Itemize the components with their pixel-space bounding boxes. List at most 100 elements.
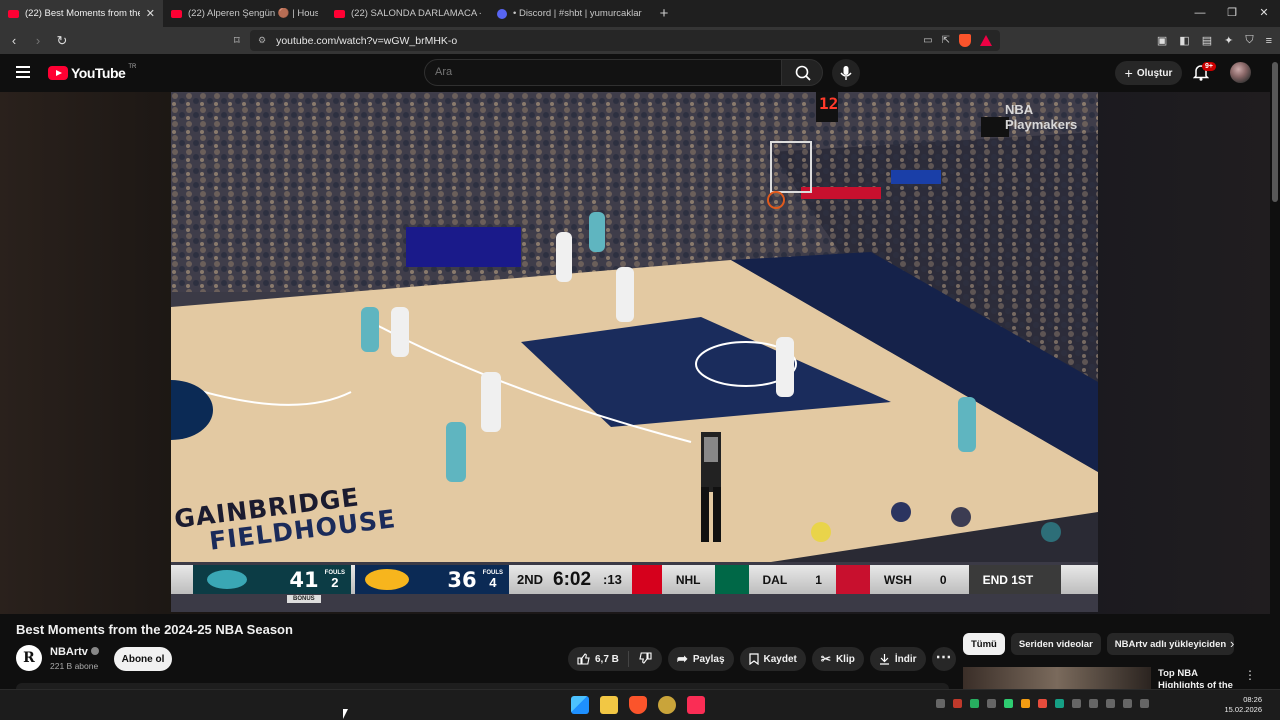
tray-app-icon[interactable] (936, 699, 945, 708)
save-button[interactable]: Kaydet (739, 647, 806, 671)
back-icon[interactable]: ‹ (4, 33, 24, 48)
tray-app-icon[interactable] (1038, 699, 1047, 708)
app-icon[interactable] (658, 696, 676, 714)
clip-button[interactable]: ✂ Klip (811, 647, 864, 671)
forward-icon[interactable]: › (28, 33, 48, 48)
close-tab-icon[interactable]: ✕ (146, 7, 155, 20)
close-window-icon[interactable]: ✕ (1248, 0, 1280, 27)
dislike-button[interactable] (629, 651, 662, 667)
bookmark-icon[interactable]: ⌑ (234, 34, 240, 47)
recommended-video-title[interactable]: Top NBA Highlights of the (1158, 668, 1238, 688)
video-player[interactable]: GAINBRIDGE FIELDHOUSE 12 NBA Playmakers … (171, 92, 1098, 612)
system-tray (936, 699, 1149, 708)
site-info-icon[interactable]: ⚙ (258, 35, 266, 46)
chip-uploader[interactable]: NBArtv adlı yükleyiciden (1106, 633, 1235, 655)
youtube-favicon-icon (8, 9, 19, 18)
microphone-tray-icon[interactable] (1089, 699, 1098, 708)
tab-label: (22) Alperen Şengün 🟤 | Houston R (188, 8, 318, 19)
cast-icon[interactable]: ▭ (923, 35, 932, 46)
hornets-logo-icon (207, 570, 247, 589)
network-icon[interactable] (1106, 699, 1115, 708)
tray-app-icon[interactable] (1055, 699, 1064, 708)
tab-salonda[interactable]: (22) SALONDA DARLAMACA - YouTu (326, 0, 489, 27)
search-icon (795, 65, 811, 81)
like-button[interactable]: 6,7 B (568, 651, 629, 667)
windows-taskbar: 08:26 15.02.2026 (0, 689, 1280, 720)
share-arrow-icon: ➦ (676, 651, 688, 666)
vpn-icon[interactable]: ⛉ (1245, 34, 1253, 47)
video-actions: 6,7 B ➦ Paylaş Kaydet ✂ Klip İndir ⋯ (568, 647, 956, 671)
volume-icon[interactable] (1123, 699, 1132, 708)
chevron-right-icon[interactable]: › (1230, 636, 1234, 651)
shot-clock: :13 (603, 572, 622, 587)
page-scrollbar[interactable] (1270, 54, 1280, 689)
reload-icon[interactable]: ↻ (52, 33, 72, 49)
away-fouls: FOULS 2 (324, 570, 345, 590)
system-clock[interactable]: 08:26 15.02.2026 (1224, 695, 1262, 715)
tab-label: (22) Best Moments from the 202 (25, 8, 140, 19)
voice-search-button[interactable] (832, 59, 860, 87)
wallet-icon[interactable]: ▤ (1202, 34, 1212, 47)
windows-start-icon[interactable] (571, 696, 589, 714)
recommended-video-thumbnail[interactable] (963, 667, 1151, 689)
download-button[interactable]: İndir (869, 647, 926, 671)
game-clock: 6:02 (553, 568, 592, 590)
ticker-team-1: DAL (762, 572, 788, 587)
youtube-play-icon (48, 66, 68, 80)
minimize-icon[interactable]: — (1184, 0, 1216, 27)
tray-app-icon[interactable] (953, 699, 962, 708)
battery-icon[interactable] (1140, 699, 1149, 708)
tab-best-moments[interactable]: (22) Best Moments from the 202 ✕ (0, 0, 163, 27)
brave-browser-icon[interactable] (629, 696, 647, 714)
sponsor-logo-icon (631, 565, 662, 594)
file-explorer-icon[interactable] (600, 696, 618, 714)
chip-series[interactable]: Seriden videolar (1010, 633, 1101, 655)
url-field[interactable]: ⌑ ⚙ youtube.com/watch?v=wGW_brMHK-o ▭ ⇱ (234, 30, 1000, 51)
youtube-logo[interactable]: YouTube TR (48, 64, 136, 81)
create-button[interactable]: + Oluştur (1115, 61, 1182, 85)
subscriber-count: 221 B abone (50, 661, 99, 671)
tab-label: • Discord | #shbt | yumurcaklar (513, 8, 642, 19)
verified-badge-icon (90, 647, 99, 655)
tray-app-icon[interactable] (970, 699, 979, 708)
menu-icon[interactable]: ≡ (1266, 35, 1272, 47)
pacers-logo-icon (365, 569, 409, 590)
video-title: Best Moments from the 2024-25 NBA Season (16, 622, 293, 637)
more-actions-icon[interactable]: ⋯ (931, 647, 956, 671)
channel-avatar[interactable]: R (16, 645, 42, 671)
new-tab-button[interactable]: + (652, 5, 676, 22)
youtube-header: YouTube TR + Oluştur 9+ (0, 54, 1280, 92)
music-app-icon[interactable] (687, 696, 705, 714)
account-avatar[interactable] (1230, 62, 1251, 83)
tray-app-icon[interactable] (1004, 699, 1013, 708)
sidebar-toggle-icon[interactable]: ◧ (1179, 34, 1189, 47)
search-input[interactable] (435, 66, 781, 78)
extension-icon[interactable]: ▣ (1157, 34, 1167, 47)
subscribe-button[interactable]: Abone ol (114, 647, 172, 671)
shot-clock-overlay: 12 (819, 94, 839, 113)
brave-rewards-icon[interactable] (980, 35, 992, 46)
tab-discord[interactable]: • Discord | #shbt | yumurcaklar (489, 0, 652, 27)
brave-shields-icon[interactable] (959, 34, 971, 47)
share-button[interactable]: ➦ Paylaş (667, 647, 734, 671)
notification-badge: 9+ (1202, 62, 1216, 71)
search-button[interactable] (781, 59, 823, 86)
tray-app-icon[interactable] (1021, 699, 1030, 708)
taskbar-apps (571, 696, 705, 714)
search-box[interactable] (424, 59, 782, 86)
share-page-icon[interactable]: ⇱ (942, 35, 950, 46)
bonus-indicator: BONUS (287, 595, 321, 603)
tray-app-icon[interactable] (1072, 699, 1081, 708)
ticker-score-2: 0 (939, 572, 947, 587)
tray-app-icon[interactable] (987, 699, 996, 708)
kebab-menu-icon[interactable]: ⋮ (1244, 668, 1256, 682)
tab-alperen[interactable]: (22) Alperen Şengün 🟤 | Houston R (163, 0, 326, 27)
leo-ai-icon[interactable]: ✦ (1224, 34, 1233, 47)
away-score: 41 (289, 567, 319, 592)
browser-tab-strip: (22) Best Moments from the 202 ✕ (22) Al… (0, 0, 1280, 27)
game-period: 2ND (517, 572, 544, 587)
chip-all[interactable]: Tümü (963, 633, 1005, 655)
guide-menu-icon[interactable] (16, 66, 30, 78)
channel-name[interactable]: NBArtv (50, 646, 99, 658)
restore-icon[interactable]: ❐ (1216, 0, 1248, 27)
